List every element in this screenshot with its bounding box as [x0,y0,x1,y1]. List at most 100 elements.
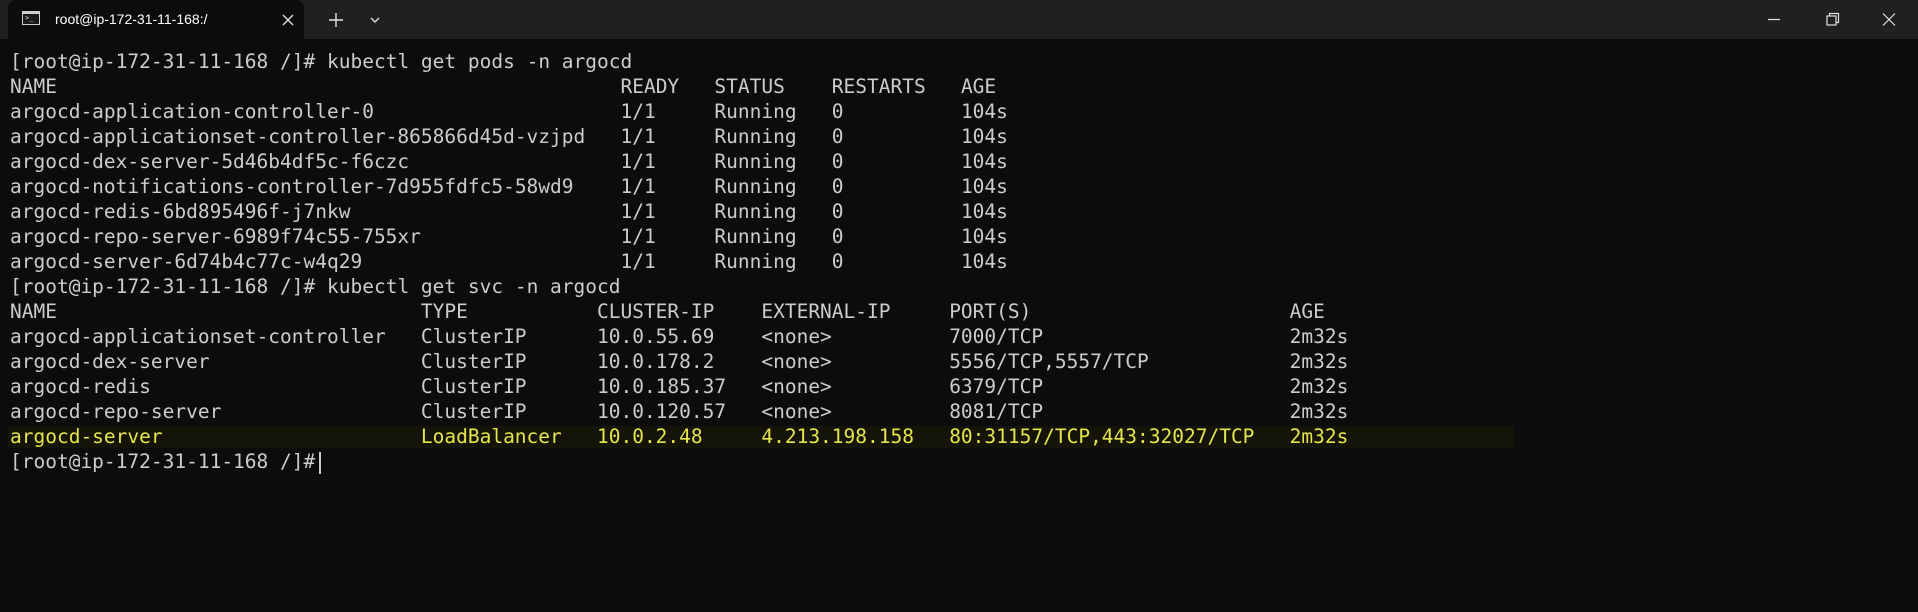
header-name: NAME [10,300,57,323]
pod-name: argocd-server-6d74b4c77c-w4q29 [10,250,363,273]
svc-age: 2m32s [1289,375,1349,398]
svc-cluster-ip: 10.0.178.2 [596,350,715,373]
svc-ports: 6379/TCP [949,375,1044,398]
svc-cluster-ip: 10.0.185.37 [596,375,727,398]
svc-ports: 5556/TCP,5557/TCP [949,350,1149,373]
pod-row: argocd-applicationset-controller-865866d… [10,124,1910,149]
tab-title: root@ip-172-31-11-168:/ [55,11,208,27]
header-age: AGE [960,75,997,98]
pod-ready: 1/1 [620,175,656,198]
svc-cluster-ip: 10.0.55.69 [596,325,715,348]
svc-ports: 80:31157/TCP,443:32027/TCP [949,425,1255,448]
pod-restarts: 0 [831,150,844,173]
command-line: [root@ip-172-31-11-168 /]# kubectl get s… [10,274,1910,299]
command-line: [root@ip-172-31-11-168 /]# kubectl get p… [10,49,1910,74]
svc-type: ClusterIP [420,375,527,398]
svc-ports: 7000/TCP [949,325,1044,348]
svc-name: argocd-applicationset-controller [10,325,386,348]
restore-icon [1826,12,1840,26]
svc-row: argocd-redis ClusterIP 10.0.185.37 <none… [10,374,1910,399]
pod-row: argocd-redis-6bd895496f-j7nkw 1/1 Runnin… [10,199,1910,224]
minimize-button[interactable] [1746,0,1806,39]
svc-name: argocd-repo-server [10,400,222,423]
svc-age: 2m32s [1289,350,1349,373]
pod-restarts: 0 [831,125,844,148]
pod-ready: 1/1 [620,250,656,273]
terminal-output[interactable]: [root@ip-172-31-11-168 /]# kubectl get p… [8,49,1910,474]
pod-ready: 1/1 [620,125,656,148]
pod-row: argocd-repo-server-6989f74c55-755xr 1/1 … [10,224,1910,249]
pod-name: argocd-notifications-controller-7d955fdf… [10,175,574,198]
pod-status: Running [714,225,797,248]
prompt: [root@ip-172-31-11-168 /]# [10,275,316,298]
terminal-window: >_ root@ip-172-31-11-168:/ [root@ip-172-… [0,0,1918,612]
svc-external-ip: <none> [761,400,832,423]
pod-age: 104s [960,200,1008,223]
pod-age: 104s [960,100,1008,123]
pod-age: 104s [960,225,1008,248]
pods-table-header: NAME READY STATUS RESTARTS AGE [10,74,1910,99]
pod-ready: 1/1 [620,150,656,173]
restore-button[interactable] [1803,0,1863,39]
pod-restarts: 0 [831,100,844,123]
svc-name: argocd-server [10,425,163,448]
pod-age: 104s [960,150,1008,173]
svc-name: argocd-redis [10,375,151,398]
svc-type: ClusterIP [420,325,527,348]
pod-ready: 1/1 [620,225,656,248]
header-ports: PORT(S) [949,300,1032,323]
title-bar: >_ root@ip-172-31-11-168:/ [0,0,1918,39]
header-cluster-ip: CLUSTER-IP [596,300,715,323]
pod-name: argocd-redis-6bd895496f-j7nkw [10,200,351,223]
svc-ports: 8081/TCP [949,400,1044,423]
svc-row: argocd-applicationset-controller Cluster… [10,324,1910,349]
pod-restarts: 0 [831,200,844,223]
prompt: [root@ip-172-31-11-168 /]# [10,50,316,73]
svc-age: 2m32s [1289,400,1349,423]
pod-age: 104s [960,125,1008,148]
svc-row: argocd-repo-server ClusterIP 10.0.120.57… [10,399,1910,424]
header-external-ip: EXTERNAL-IP [761,300,891,323]
pod-status: Running [714,200,797,223]
text-cursor [319,451,322,474]
pod-age: 104s [960,175,1008,198]
pod-age: 104s [960,250,1008,273]
pod-ready: 1/1 [620,100,656,123]
header-restarts: RESTARTS [831,75,926,98]
close-icon [1882,13,1896,26]
header-name: NAME [10,75,57,98]
minimize-icon [1768,18,1780,21]
svc-type: ClusterIP [420,400,527,423]
current-prompt-line[interactable]: [root@ip-172-31-11-168 /]# [10,449,1910,474]
svc-type: LoadBalancer [420,425,562,448]
pod-row: argocd-notifications-controller-7d955fdf… [10,174,1910,199]
pod-ready: 1/1 [620,200,656,223]
pod-status: Running [714,100,797,123]
close-button[interactable] [1861,0,1918,39]
pod-name: argocd-application-controller-0 [10,100,374,123]
pod-status: Running [714,150,797,173]
svc-row-selected: argocd-server LoadBalancer 10.0.2.48 4.2… [8,424,1910,449]
svc-external-ip: <none> [761,350,832,373]
pod-status: Running [714,250,797,273]
new-tab-button[interactable] [322,9,350,31]
svc-external-ip: <none> [761,325,832,348]
pod-row: argocd-dex-server-5d46b4df5c-f6czc 1/1 R… [10,149,1910,174]
header-type: TYPE [420,300,468,323]
pod-row: argocd-application-controller-0 1/1 Runn… [10,99,1910,124]
pod-restarts: 0 [831,250,844,273]
svc-name: argocd-dex-server [10,350,210,373]
header-age: AGE [1289,300,1325,323]
tab-dropdown-button[interactable] [361,9,389,31]
pod-restarts: 0 [831,175,844,198]
svc-type: ClusterIP [420,350,527,373]
prompt: [root@ip-172-31-11-168 /]# [10,450,316,473]
header-ready: READY [620,75,680,98]
svc-cluster-ip: 10.0.120.57 [596,400,727,423]
svc-external-ip: <none> [761,375,832,398]
command-text: kubectl get pods -n argocd [327,50,633,73]
pod-row: argocd-server-6d74b4c77c-w4q29 1/1 Runni… [10,249,1910,274]
tab-close-icon[interactable] [278,10,298,30]
tab-terminal[interactable]: >_ root@ip-172-31-11-168:/ [8,0,304,39]
svc-row: argocd-dex-server ClusterIP 10.0.178.2 <… [10,349,1910,374]
